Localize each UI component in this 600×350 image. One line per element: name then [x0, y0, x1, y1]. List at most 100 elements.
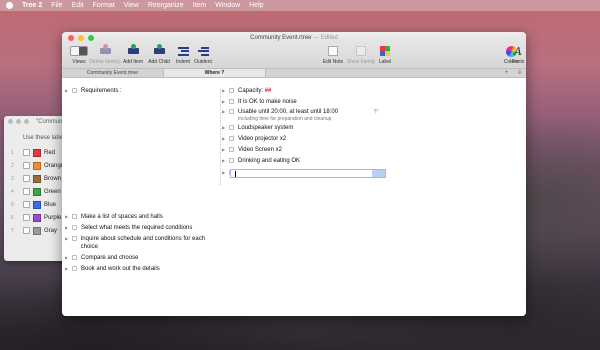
row-text[interactable]: Inquire about schedule and conditions fo… — [81, 235, 215, 251]
apple-menu-icon[interactable] — [6, 2, 13, 9]
menu-file[interactable]: File — [51, 2, 62, 9]
tab-where[interactable]: Where ? — [164, 69, 266, 77]
disclosure-triangle-icon[interactable]: ▶ — [222, 147, 228, 152]
row-checkbox[interactable] — [229, 109, 234, 114]
row-checkbox[interactable] — [229, 125, 234, 130]
row-checkbox[interactable] — [72, 214, 77, 219]
add-tab-icon[interactable]: + — [505, 70, 509, 76]
outline-row-loudspeaker[interactable]: ▶ Loudspeaker system — [222, 124, 293, 132]
row-text[interactable]: Loudspeaker system — [238, 124, 293, 132]
outline-row-task[interactable]: ▶ Select what meets the required conditi… — [65, 224, 192, 232]
menu-format[interactable]: Format — [93, 2, 115, 9]
row-checkbox[interactable] — [229, 158, 234, 163]
label-window[interactable]: "Commun Use these label 1 Red 2 Orange 3 Brow… — [4, 116, 68, 261]
label-window-titlebar[interactable]: "Commun — [4, 116, 68, 127]
label-checkbox[interactable] — [23, 201, 30, 208]
label-checkbox[interactable] — [23, 227, 30, 234]
row-text[interactable]: Compare and choose — [81, 254, 138, 262]
row-text[interactable]: Select what meets the required condition… — [81, 224, 192, 232]
row-text[interactable]: Make a list of spaces and halls — [81, 213, 163, 221]
label-button[interactable]: Label — [370, 45, 400, 65]
edit-note-button[interactable]: Edit Note — [318, 45, 348, 65]
disclosure-triangle-icon[interactable]: ▶ — [222, 170, 228, 175]
label-name: Gray — [44, 227, 58, 234]
disclosure-triangle-icon[interactable]: ▶ — [222, 158, 228, 163]
row-checkbox[interactable] — [72, 255, 77, 260]
outline-row-projector[interactable]: ▶ Video projector x2 — [222, 135, 286, 143]
outline-row-capacity[interactable]: ▶ Capacity: ## — [222, 87, 271, 95]
disclosure-triangle-icon[interactable]: ▶ — [222, 99, 228, 104]
outline-row-task[interactable]: ▶ Book and work out the details — [65, 265, 160, 273]
label-checkbox[interactable] — [23, 188, 30, 195]
minimize-button[interactable] — [78, 35, 84, 41]
disclosure-triangle-icon[interactable]: ▶ — [222, 88, 228, 93]
label-row-red[interactable]: 1 Red — [4, 146, 68, 159]
label-checkbox[interactable] — [23, 162, 30, 169]
row-text[interactable]: Requirements : — [81, 87, 122, 95]
menu-window[interactable]: Window — [215, 2, 240, 9]
label-row-blue[interactable]: 5 Blue — [4, 198, 68, 211]
label-checkbox[interactable] — [23, 214, 30, 221]
row-text[interactable]: Book and work out the details — [81, 265, 160, 273]
row-checkbox[interactable] — [229, 147, 234, 152]
row-checkbox[interactable] — [229, 88, 234, 93]
row-checkbox[interactable] — [71, 236, 77, 241]
disclosure-triangle-icon[interactable]: ▶ — [222, 125, 228, 130]
disclosure-triangle-icon[interactable]: ▶ — [222, 136, 228, 141]
row-text[interactable]: Capacity: ## — [238, 87, 271, 95]
zoom-button[interactable] — [88, 35, 94, 41]
menu-app-name[interactable]: Tree 2 — [22, 2, 42, 9]
label-row-purple[interactable]: 6 Purple — [4, 211, 68, 224]
disclosure-triangle-icon[interactable]: ▶ — [222, 109, 228, 114]
menu-reorganize[interactable]: Reorganize — [148, 2, 184, 9]
label-checkbox[interactable] — [23, 175, 30, 182]
indent-icon — [177, 46, 189, 56]
disclosure-triangle-icon[interactable]: ▶ — [65, 255, 71, 260]
disclosure-triangle-icon[interactable]: ▶ — [65, 225, 71, 230]
tab-document[interactable]: Community Event.rtree — [62, 69, 164, 77]
window-titlebar[interactable]: Community Event.rtree — Edited — [62, 32, 526, 44]
row-checkbox[interactable] — [72, 225, 77, 230]
row-text[interactable]: Drinking and eating OK — [238, 157, 300, 165]
label-row-brown[interactable]: 3 Brown — [4, 172, 68, 185]
fonts-button[interactable]: A Fonts — [511, 45, 525, 66]
outline-row-task[interactable]: ▶ Compare and choose — [65, 254, 138, 262]
outline-row-screen[interactable]: ▶ Video Screen x2 — [222, 146, 282, 154]
close-button[interactable] — [68, 35, 74, 41]
disclosure-triangle-icon[interactable]: ▶ — [65, 88, 71, 93]
row-text[interactable]: Usable until 20:00, at least until 18:00… — [238, 108, 338, 122]
outline-row-requirements[interactable]: ▶ Requirements : — [65, 87, 122, 95]
menu-view[interactable]: View — [124, 2, 139, 9]
close-dot-icon[interactable] — [8, 119, 13, 124]
disclosure-triangle-icon[interactable]: ▶ — [65, 214, 71, 219]
tab-menu-icon[interactable]: ≡ — [518, 70, 522, 76]
new-item-editor[interactable] — [230, 169, 386, 178]
outline-view[interactable]: ▶ Requirements : ▶ Capacity: ## ▶ It is … — [62, 79, 526, 316]
row-checkbox[interactable] — [72, 88, 77, 93]
row-checkbox[interactable] — [229, 99, 234, 104]
disclosure-triangle-icon[interactable]: ▶ — [65, 236, 71, 241]
row-text[interactable]: Video Screen x2 — [238, 146, 282, 154]
outline-row-task[interactable]: ▶ Make a list of spaces and halls — [65, 213, 163, 221]
label-checkbox[interactable] — [23, 149, 30, 156]
outline-row-drinking[interactable]: ▶ Drinking and eating OK — [222, 157, 300, 165]
delete-items-button[interactable]: Delete Item(s) — [89, 44, 121, 65]
zoom-dot-icon[interactable] — [24, 119, 29, 124]
row-text[interactable]: It is OK to make noise — [238, 98, 297, 106]
label-shortcut: 2 — [11, 162, 14, 169]
minimize-dot-icon[interactable] — [16, 119, 21, 124]
outline-row-noise[interactable]: ▶ It is OK to make noise — [222, 98, 297, 106]
menu-help[interactable]: Help — [249, 2, 263, 9]
label-row-gray[interactable]: 7 Gray — [4, 224, 68, 237]
row-text[interactable]: Video projector x2 — [238, 135, 286, 143]
menu-item[interactable]: Item — [193, 2, 207, 9]
outdent-button[interactable]: Outdent — [188, 45, 218, 65]
outline-row-task[interactable]: ▶ Inquire about schedule and conditions … — [65, 235, 215, 251]
row-checkbox[interactable] — [72, 266, 77, 271]
disclosure-triangle-icon[interactable]: ▶ — [65, 266, 71, 271]
row-checkbox[interactable] — [229, 136, 234, 141]
outline-row-usable[interactable]: ▶ Usable until 20:00, at least until 18:… — [222, 108, 338, 122]
label-row-orange[interactable]: 2 Orange — [4, 159, 68, 172]
label-row-green[interactable]: 4 Green — [4, 185, 68, 198]
menu-edit[interactable]: Edit — [72, 2, 84, 9]
